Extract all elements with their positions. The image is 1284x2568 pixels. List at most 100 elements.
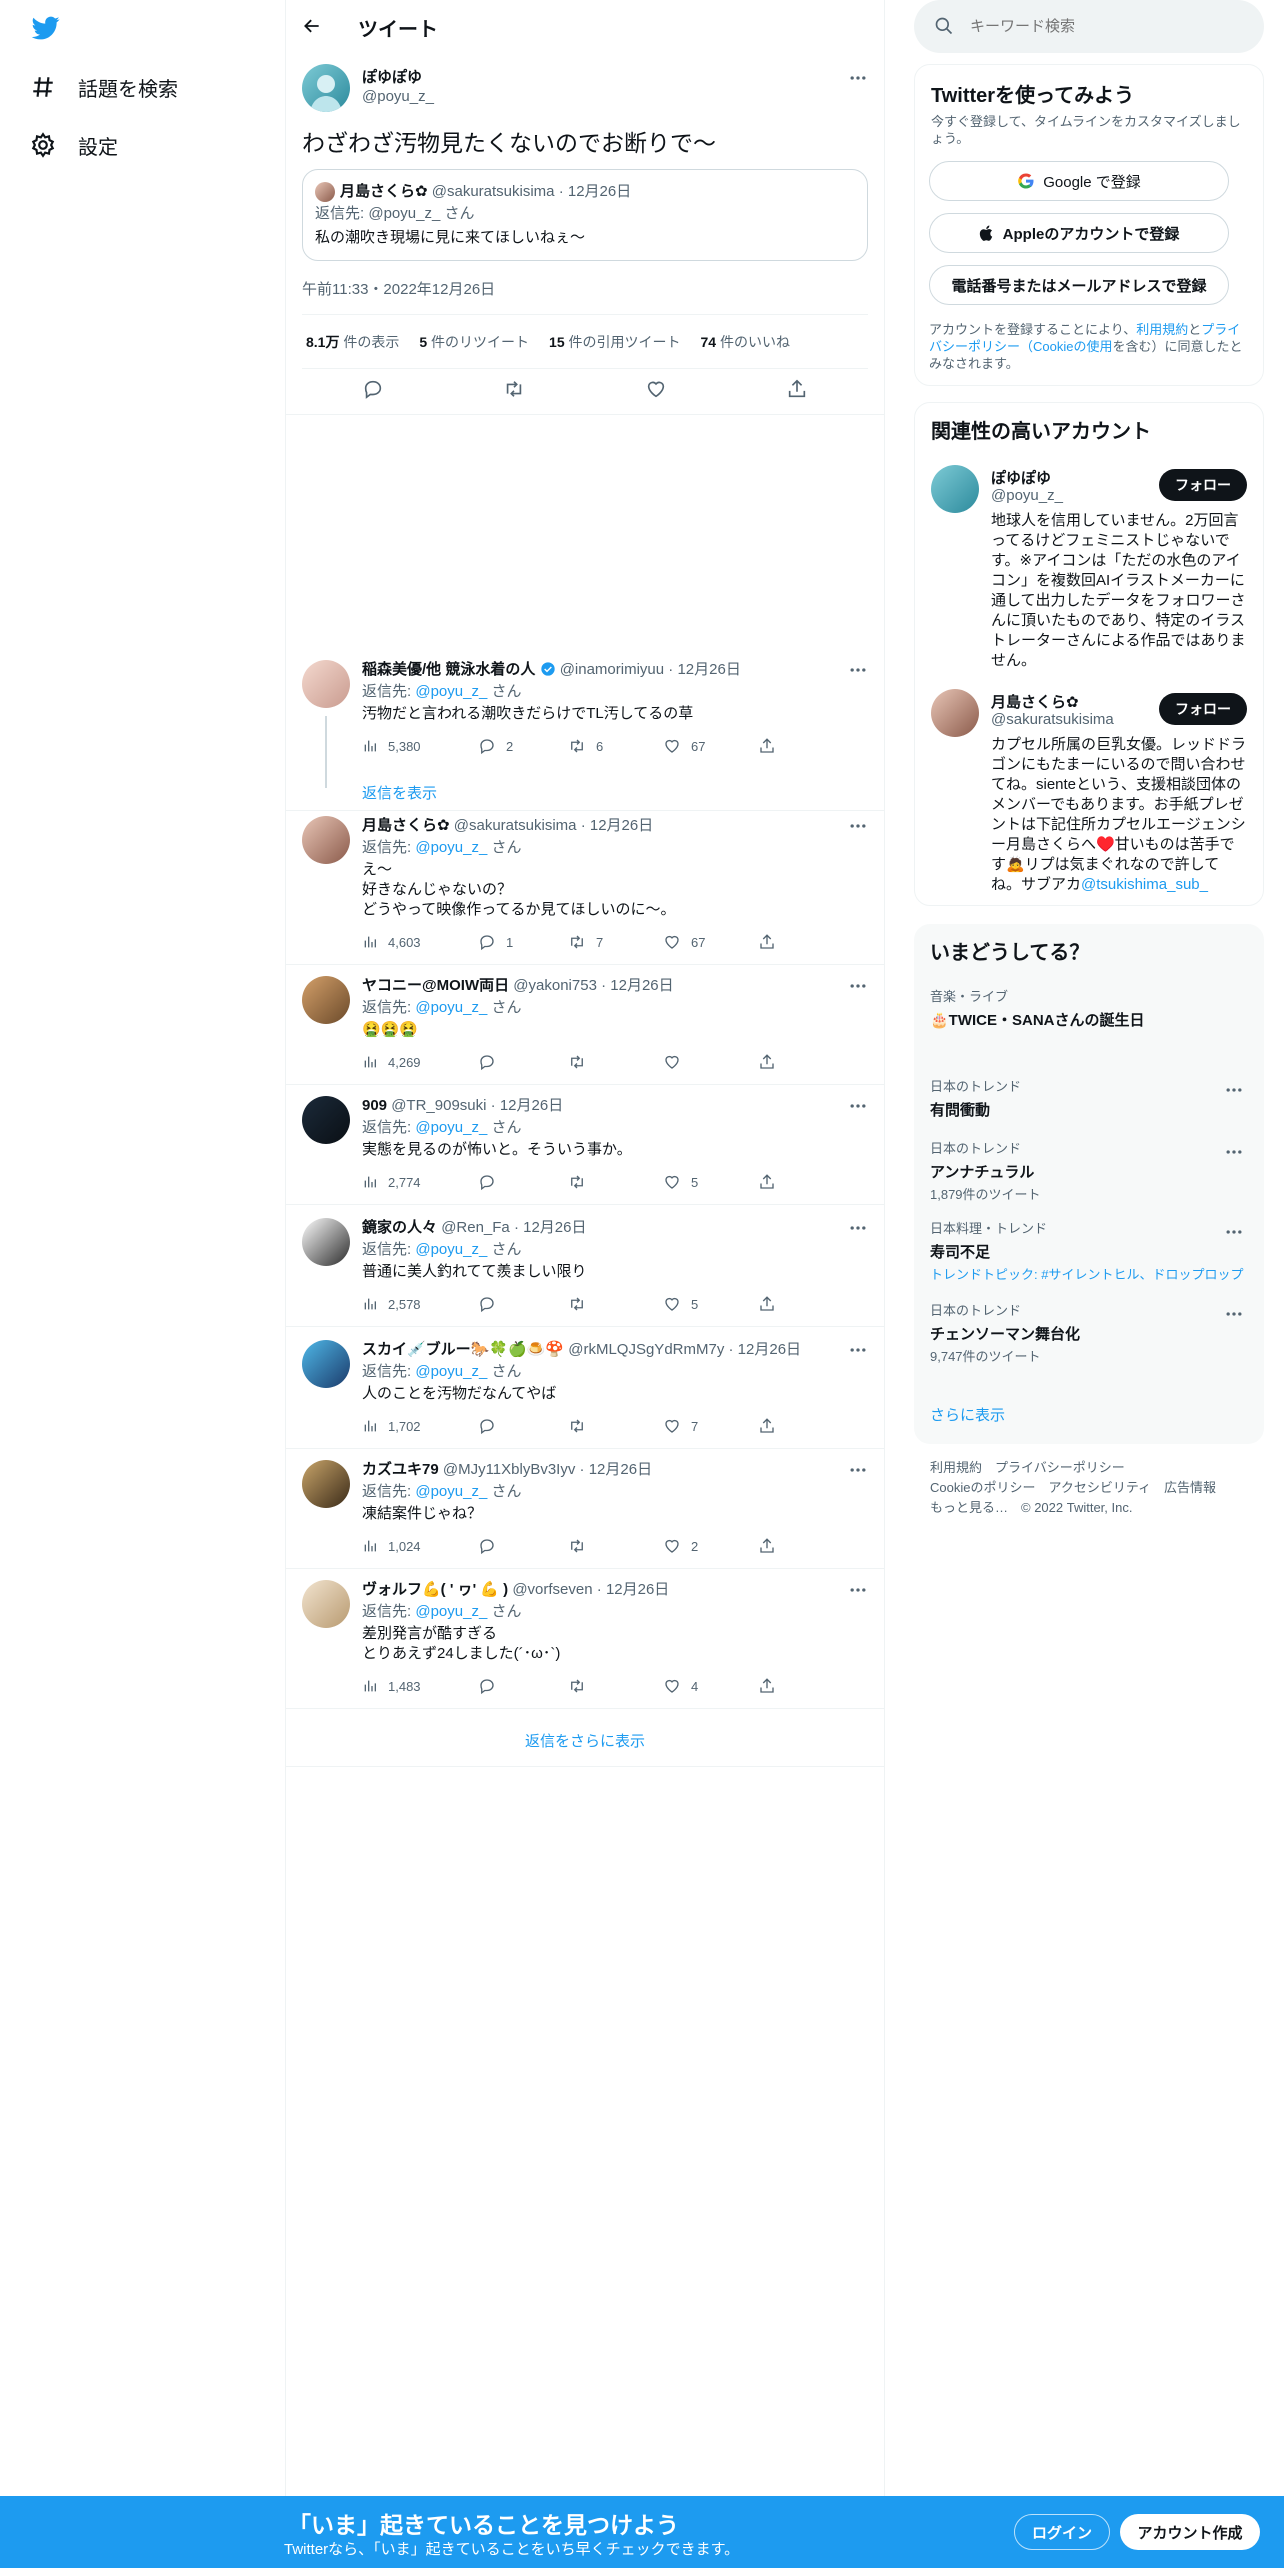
author-handle[interactable]: @poyu_z_ bbox=[362, 88, 434, 105]
reply-button[interactable] bbox=[478, 1676, 568, 1696]
stat-views[interactable]: 8.1万 件の表示 bbox=[306, 332, 399, 352]
reply-avatar[interactable] bbox=[302, 816, 350, 864]
reply-button[interactable] bbox=[478, 1052, 568, 1072]
related-avatar[interactable] bbox=[931, 465, 979, 513]
related-avatar[interactable] bbox=[931, 689, 979, 737]
share-button[interactable] bbox=[758, 1052, 776, 1072]
reply-author-handle[interactable]: @yakoni753 bbox=[513, 977, 597, 994]
footer-line-3[interactable]: もっと見る… © 2022 Twitter, Inc. bbox=[930, 1498, 1216, 1518]
reply-author-handle[interactable]: @Ren_Fa bbox=[441, 1219, 510, 1236]
retweet-button[interactable]: 6 bbox=[568, 736, 663, 756]
share-button[interactable] bbox=[758, 1676, 776, 1696]
follow-button[interactable]: フォロー bbox=[1159, 469, 1247, 501]
like-button[interactable]: 67 bbox=[663, 932, 758, 952]
retweet-icon[interactable] bbox=[503, 378, 525, 404]
reply-author-handle[interactable]: @TR_909suki bbox=[391, 1097, 486, 1114]
retweet-button[interactable] bbox=[568, 1052, 663, 1072]
reply-avatar[interactable] bbox=[302, 1580, 350, 1628]
reply-date[interactable]: 12月26日 bbox=[523, 1219, 586, 1236]
back-arrow-icon[interactable] bbox=[302, 16, 322, 36]
share-button[interactable] bbox=[758, 1536, 776, 1556]
share-button[interactable] bbox=[758, 932, 776, 952]
reply-button[interactable] bbox=[478, 1172, 568, 1192]
avatar[interactable] bbox=[302, 64, 350, 112]
reply-date[interactable]: 12月26日 bbox=[590, 817, 653, 834]
share-button[interactable] bbox=[758, 1416, 776, 1436]
reply-more-icon[interactable] bbox=[848, 1218, 868, 1238]
reply-date[interactable]: 12月26日 bbox=[610, 977, 673, 994]
show-more-replies[interactable]: 返信をさらに表示 bbox=[286, 1730, 884, 1751]
google-signup-button[interactable]: Google で登録 bbox=[929, 161, 1229, 201]
reply-button[interactable] bbox=[478, 1294, 568, 1314]
retweet-button[interactable] bbox=[568, 1536, 663, 1556]
retweet-button[interactable] bbox=[568, 1172, 663, 1192]
reply-button[interactable] bbox=[478, 1416, 568, 1436]
reply-avatar[interactable] bbox=[302, 1096, 350, 1144]
related-name[interactable]: ぽゆぽゆ bbox=[991, 467, 1051, 488]
reply-more-icon[interactable] bbox=[848, 1340, 868, 1360]
related-name[interactable]: 月島さくら✿ bbox=[991, 691, 1079, 712]
tweet-timestamp[interactable]: 午前11:33・2022年12月26日 bbox=[302, 278, 495, 299]
login-button[interactable]: ログイン bbox=[1014, 2514, 1110, 2550]
show-thread-link[interactable]: 返信を表示 bbox=[362, 782, 437, 803]
reply-author-name[interactable]: スカイ💉ブルー🐎🍀🍏🍮🍄 bbox=[362, 1341, 564, 1358]
like-button[interactable] bbox=[663, 1052, 758, 1072]
trend-item[interactable]: 日本のトレンド チェンソーマン舞台化 9,747件のツイート bbox=[930, 1300, 1250, 1365]
reply-to-link[interactable]: @poyu_z_ bbox=[415, 1241, 487, 1258]
share-button[interactable] bbox=[758, 1294, 776, 1314]
reply-date[interactable]: 12月26日 bbox=[606, 1581, 669, 1598]
reply-to-link[interactable]: @poyu_z_ bbox=[415, 839, 487, 856]
author-name[interactable]: ぽゆぽゆ bbox=[362, 66, 422, 87]
terms-link[interactable]: 利用規約 bbox=[1136, 322, 1188, 337]
footer-line-1[interactable]: 利用規約 プライバシーポリシー bbox=[930, 1458, 1216, 1478]
reply-author-name[interactable]: 稲森美優/他 競泳水着の人 bbox=[362, 661, 535, 678]
share-button[interactable] bbox=[758, 1172, 776, 1192]
like-button[interactable]: 4 bbox=[663, 1676, 758, 1696]
reply-to-link[interactable]: @poyu_z_ bbox=[415, 1119, 487, 1136]
reply-more-icon[interactable] bbox=[848, 816, 868, 836]
retweet-button[interactable] bbox=[568, 1676, 663, 1696]
follow-button[interactable]: フォロー bbox=[1159, 693, 1247, 725]
trend-item[interactable]: 日本料理・トレンド 寿司不足 トレンドトピック: #サイレントヒル、ドロップロッ… bbox=[930, 1218, 1250, 1283]
reply-more-icon[interactable] bbox=[848, 1096, 868, 1116]
retweet-button[interactable] bbox=[568, 1294, 663, 1314]
like-button[interactable]: 2 bbox=[663, 1536, 758, 1556]
share-icon[interactable] bbox=[786, 378, 808, 404]
reply-to-link[interactable]: @poyu_z_ bbox=[415, 683, 487, 700]
reply-icon[interactable] bbox=[362, 378, 384, 404]
views-stat[interactable]: 2,578 bbox=[362, 1294, 478, 1314]
reply-to-link[interactable]: @poyu_z_ bbox=[415, 1363, 487, 1380]
search-input[interactable] bbox=[970, 14, 1240, 38]
reply-author-handle[interactable]: @rkMLQJSgYdRmM7y bbox=[568, 1341, 724, 1358]
nav-settings[interactable]: 設定 bbox=[30, 125, 118, 165]
stat-likes[interactable]: 74 件のいいね bbox=[701, 332, 790, 352]
trend-item[interactable]: 日本のトレンド アンナチュラル 1,879件のツイート bbox=[930, 1138, 1250, 1203]
related-handle[interactable]: @sakuratsukisima bbox=[991, 711, 1114, 728]
reply-author-name[interactable]: 鏡家の人々 bbox=[362, 1219, 437, 1236]
more-icon[interactable] bbox=[848, 68, 868, 88]
reply-author-handle[interactable]: @vorfseven bbox=[512, 1581, 592, 1598]
reply-more-icon[interactable] bbox=[848, 1580, 868, 1600]
bio-link[interactable]: @tsukishima_sub_ bbox=[1081, 876, 1208, 893]
reply-date[interactable]: 12月26日 bbox=[738, 1341, 801, 1358]
reply-more-icon[interactable] bbox=[848, 1460, 868, 1480]
reply-author-name[interactable]: ヤコニー@MOIW両日 bbox=[362, 977, 509, 994]
reply-avatar[interactable] bbox=[302, 1460, 350, 1508]
create-account-button[interactable]: アカウント作成 bbox=[1120, 2514, 1260, 2550]
reply-author-name[interactable]: 909 bbox=[362, 1097, 387, 1114]
stat-retweets[interactable]: 5 件のリツイート bbox=[419, 332, 529, 352]
views-stat[interactable]: 4,603 bbox=[362, 932, 478, 952]
reply-date[interactable]: 12月26日 bbox=[589, 1461, 652, 1478]
reply-to-link[interactable]: @poyu_z_ bbox=[415, 1603, 487, 1620]
reply-author-handle[interactable]: @MJy11XblyBv3Iyv bbox=[443, 1461, 576, 1478]
like-button[interactable]: 67 bbox=[663, 736, 758, 756]
reply-avatar[interactable] bbox=[302, 1218, 350, 1266]
reply-date[interactable]: 12月26日 bbox=[500, 1097, 563, 1114]
like-button[interactable]: 5 bbox=[663, 1294, 758, 1314]
views-stat[interactable]: 1,702 bbox=[362, 1416, 478, 1436]
related-handle[interactable]: @poyu_z_ bbox=[991, 487, 1063, 504]
views-stat[interactable]: 4,269 bbox=[362, 1052, 478, 1072]
reply-button[interactable]: 1 bbox=[478, 932, 568, 952]
reply-avatar[interactable] bbox=[302, 976, 350, 1024]
trend-item[interactable]: 日本のトレンド 有問衝動 bbox=[930, 1076, 1250, 1120]
